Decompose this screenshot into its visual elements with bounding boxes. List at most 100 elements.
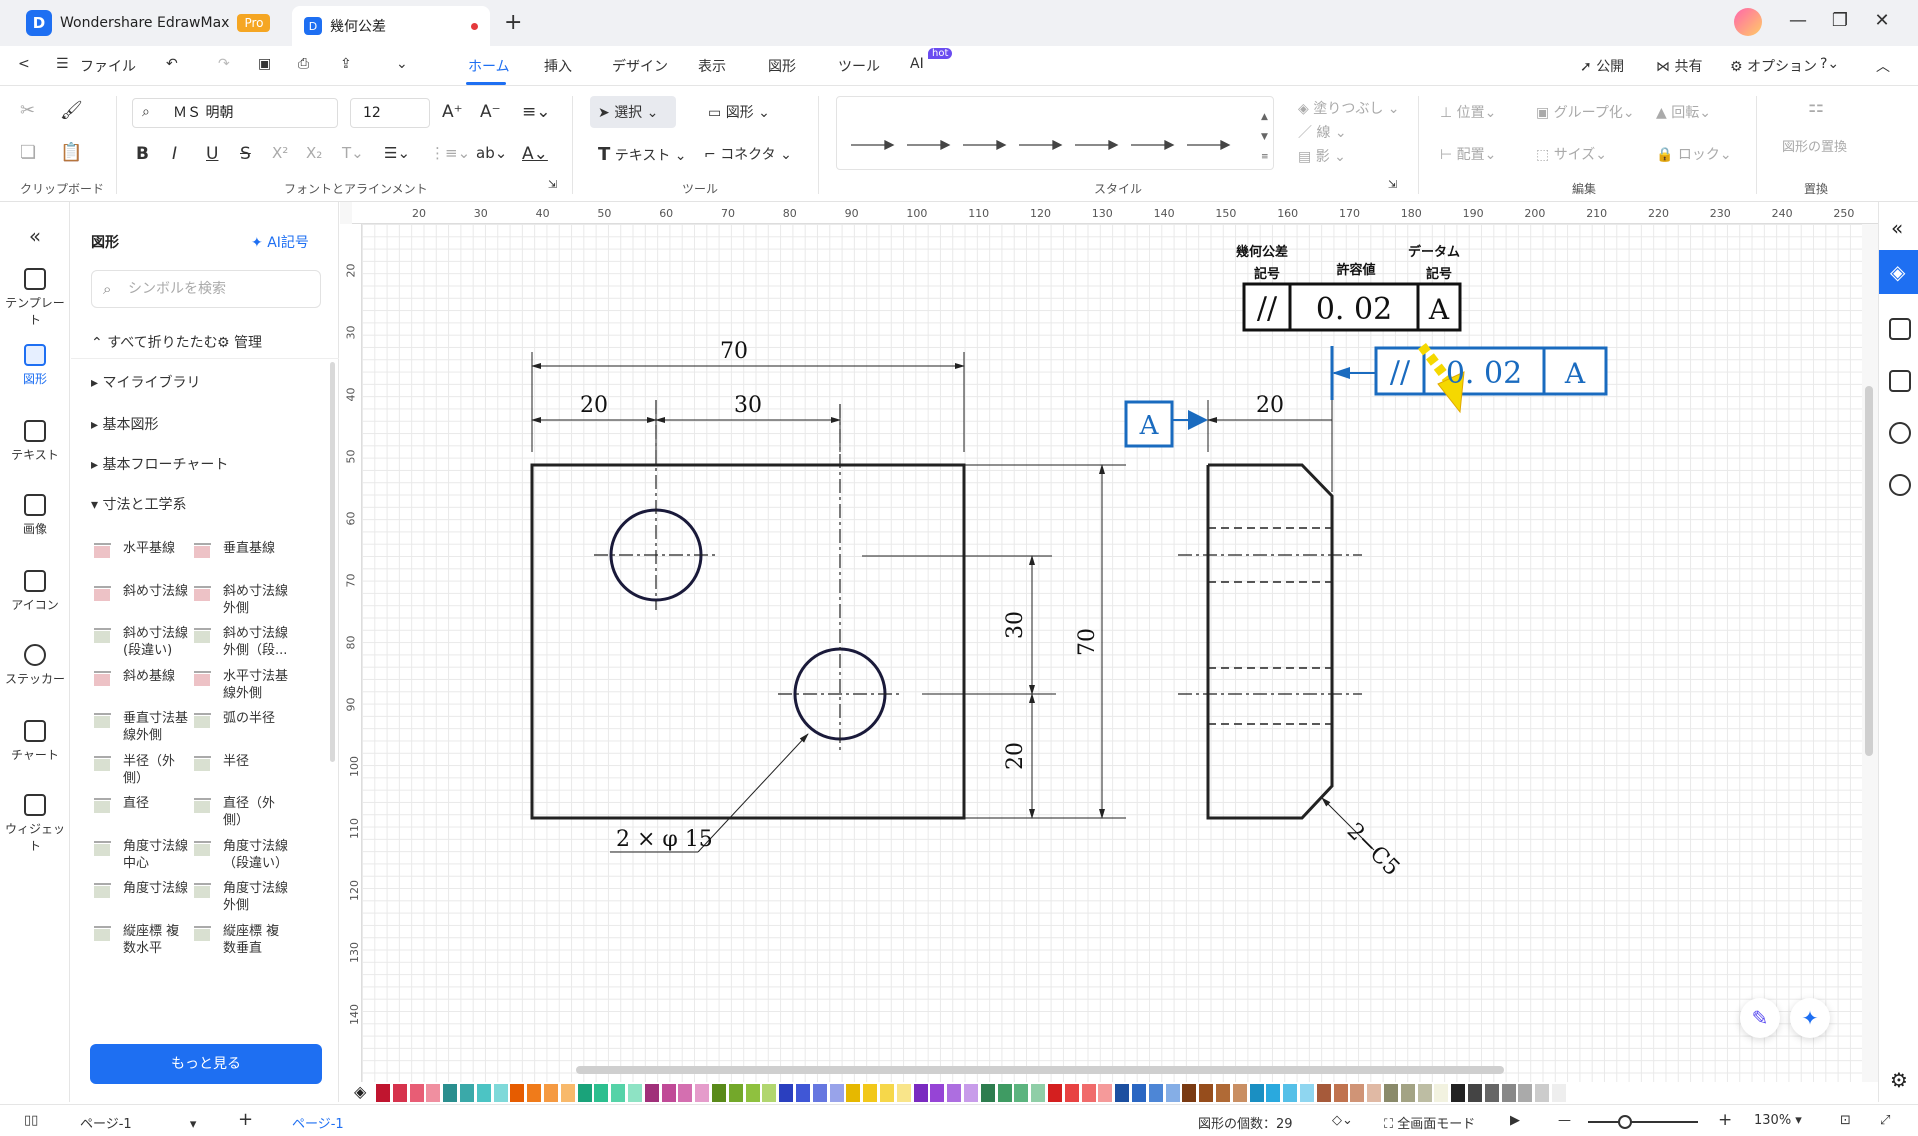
rail-templates[interactable]: テンプレート: [0, 268, 70, 328]
font-dialog-icon[interactable]: ⇲: [548, 178, 557, 191]
subscript-icon[interactable]: X₂: [306, 144, 322, 162]
manage-button[interactable]: ⚙ 管理: [217, 332, 262, 352]
avatar[interactable]: [1734, 8, 1762, 36]
ai-symbol-button[interactable]: ✦ AI記号: [251, 232, 309, 252]
color-swatch[interactable]: [594, 1084, 609, 1102]
canvas-vertical-scrollbar[interactable]: [1865, 386, 1873, 756]
format-painter-icon[interactable]: 🖌: [60, 100, 83, 121]
page-icon[interactable]: [1889, 318, 1911, 340]
size-button[interactable]: ⬚ サイズ⌄: [1536, 144, 1607, 164]
expand-right-panel-icon[interactable]: «: [1891, 216, 1903, 240]
menu-view[interactable]: 表示: [698, 56, 726, 76]
color-swatch[interactable]: [560, 1084, 575, 1102]
color-swatch[interactable]: [1300, 1084, 1314, 1102]
color-swatch[interactable]: [896, 1084, 911, 1102]
color-swatch[interactable]: [964, 1084, 978, 1102]
front-view-outline[interactable]: [530, 463, 966, 820]
menu-design[interactable]: デザイン: [612, 56, 668, 76]
color-swatch[interactable]: [1350, 1084, 1365, 1102]
zoom-out-button[interactable]: —: [1558, 1113, 1571, 1128]
add-page-button[interactable]: +: [238, 1109, 253, 1130]
redo-icon[interactable]: ↷: [218, 56, 230, 72]
replace-shape-button[interactable]: 図形の置換: [1782, 136, 1847, 155]
rail-stickers[interactable]: ステッカー: [0, 644, 70, 687]
page-panel-icon[interactable]: ▯▯: [24, 1113, 38, 1128]
copy-icon[interactable]: ❏: [20, 142, 36, 163]
font-size-select[interactable]: 12: [350, 98, 430, 128]
rail-shapes[interactable]: 図形: [0, 344, 70, 387]
rail-text[interactable]: テキスト: [0, 420, 70, 463]
color-swatch[interactable]: [812, 1084, 827, 1102]
file-menu[interactable]: ファイル: [80, 56, 136, 76]
side-view-outline[interactable]: [1206, 463, 1334, 820]
app-tab[interactable]: D Wondershare EdrawMax Pro: [26, 10, 271, 36]
help-circle-icon[interactable]: [1889, 474, 1911, 496]
drawing-page[interactable]: 70 20 30 20 30 70 20 2 × φ 15 2−C5 A // …: [362, 224, 1862, 1082]
color-swatch[interactable]: [376, 1084, 390, 1102]
category-basic-flowchart[interactable]: ▸ 基本フローチャート: [91, 454, 228, 474]
presentation-icon[interactable]: [1889, 370, 1911, 392]
category-my-library[interactable]: ▸ マイライブラリ: [91, 372, 200, 392]
lock-button[interactable]: 🔒 ロック⌄: [1656, 144, 1732, 164]
rotate-button[interactable]: ▲ 回転⌄: [1656, 102, 1711, 122]
color-swatch[interactable]: [997, 1084, 1012, 1102]
color-swatch[interactable]: [1216, 1084, 1230, 1102]
color-swatch[interactable]: [1098, 1084, 1113, 1102]
category-basic-shapes[interactable]: ▸ 基本図形: [91, 414, 158, 434]
minimize-icon[interactable]: —: [1784, 10, 1812, 34]
rail-images[interactable]: 画像: [0, 494, 70, 537]
page-select[interactable]: ページ-1 ▾: [80, 1113, 196, 1132]
color-swatch[interactable]: [1081, 1084, 1096, 1102]
superscript-icon[interactable]: X²: [272, 144, 288, 162]
new-tab-button[interactable]: +: [504, 10, 522, 35]
color-swatch[interactable]: [779, 1084, 794, 1102]
category-dimension-engineering[interactable]: ▾ 寸法と工学系: [91, 494, 186, 514]
zoom-slider[interactable]: [1588, 1121, 1698, 1123]
color-swatch[interactable]: [712, 1084, 726, 1102]
back-button[interactable]: <: [18, 56, 30, 72]
text-button[interactable]: T テキスト ⌄: [598, 144, 687, 165]
save-icon[interactable]: ▣: [258, 56, 271, 72]
color-swatch[interactable]: [577, 1084, 592, 1102]
zoom-in-button[interactable]: +: [1718, 1110, 1732, 1130]
color-swatch[interactable]: [1484, 1084, 1499, 1102]
menu-shape[interactable]: 図形: [768, 56, 796, 76]
line-spacing-icon[interactable]: ☰⌄: [384, 144, 410, 162]
color-swatch[interactable]: [1115, 1084, 1130, 1102]
export-icon[interactable]: ⇪: [340, 56, 352, 72]
color-swatch[interactable]: [1014, 1084, 1029, 1102]
color-swatch[interactable]: [443, 1084, 458, 1102]
color-swatch[interactable]: [930, 1084, 945, 1102]
zoom-level[interactable]: 130% ▾: [1754, 1113, 1802, 1128]
color-swatch[interactable]: [863, 1084, 878, 1102]
color-swatch[interactable]: [947, 1084, 962, 1102]
color-swatch[interactable]: [1501, 1084, 1516, 1102]
collapse-ribbon-icon[interactable]: ︿: [1876, 56, 1890, 76]
color-swatch[interactable]: [745, 1084, 760, 1102]
rail-charts[interactable]: チャート: [0, 720, 70, 763]
color-swatch[interactable]: [880, 1084, 894, 1102]
color-swatch[interactable]: [1165, 1084, 1180, 1102]
color-swatch[interactable]: [1451, 1084, 1466, 1102]
text-case-icon[interactable]: T⌄: [342, 144, 364, 162]
bullets-icon[interactable]: ⋮≡⌄: [430, 144, 470, 162]
color-swatch[interactable]: [493, 1084, 508, 1102]
color-swatch[interactable]: [980, 1084, 995, 1102]
collapse-panel-icon[interactable]: «: [0, 224, 70, 248]
history-icon[interactable]: [1889, 422, 1911, 444]
strikethrough-icon[interactable]: S: [240, 144, 251, 164]
close-icon[interactable]: ✕: [1868, 10, 1896, 34]
color-swatch[interactable]: [1232, 1084, 1247, 1102]
menu-insert[interactable]: 挿入: [544, 56, 572, 76]
italic-icon[interactable]: I: [172, 144, 177, 164]
color-swatch[interactable]: [510, 1084, 525, 1102]
bold-icon[interactable]: B: [136, 144, 149, 164]
color-swatch[interactable]: [392, 1084, 407, 1102]
color-swatch[interactable]: [796, 1084, 810, 1102]
color-swatch[interactable]: [1182, 1084, 1197, 1102]
shape-button[interactable]: ▭ 図形 ⌄: [708, 102, 770, 122]
color-swatch[interactable]: [1048, 1084, 1062, 1102]
cut-icon[interactable]: ✂: [20, 100, 35, 121]
color-swatch[interactable]: [460, 1084, 474, 1102]
font-shrink-icon[interactable]: A⁻: [480, 102, 501, 122]
